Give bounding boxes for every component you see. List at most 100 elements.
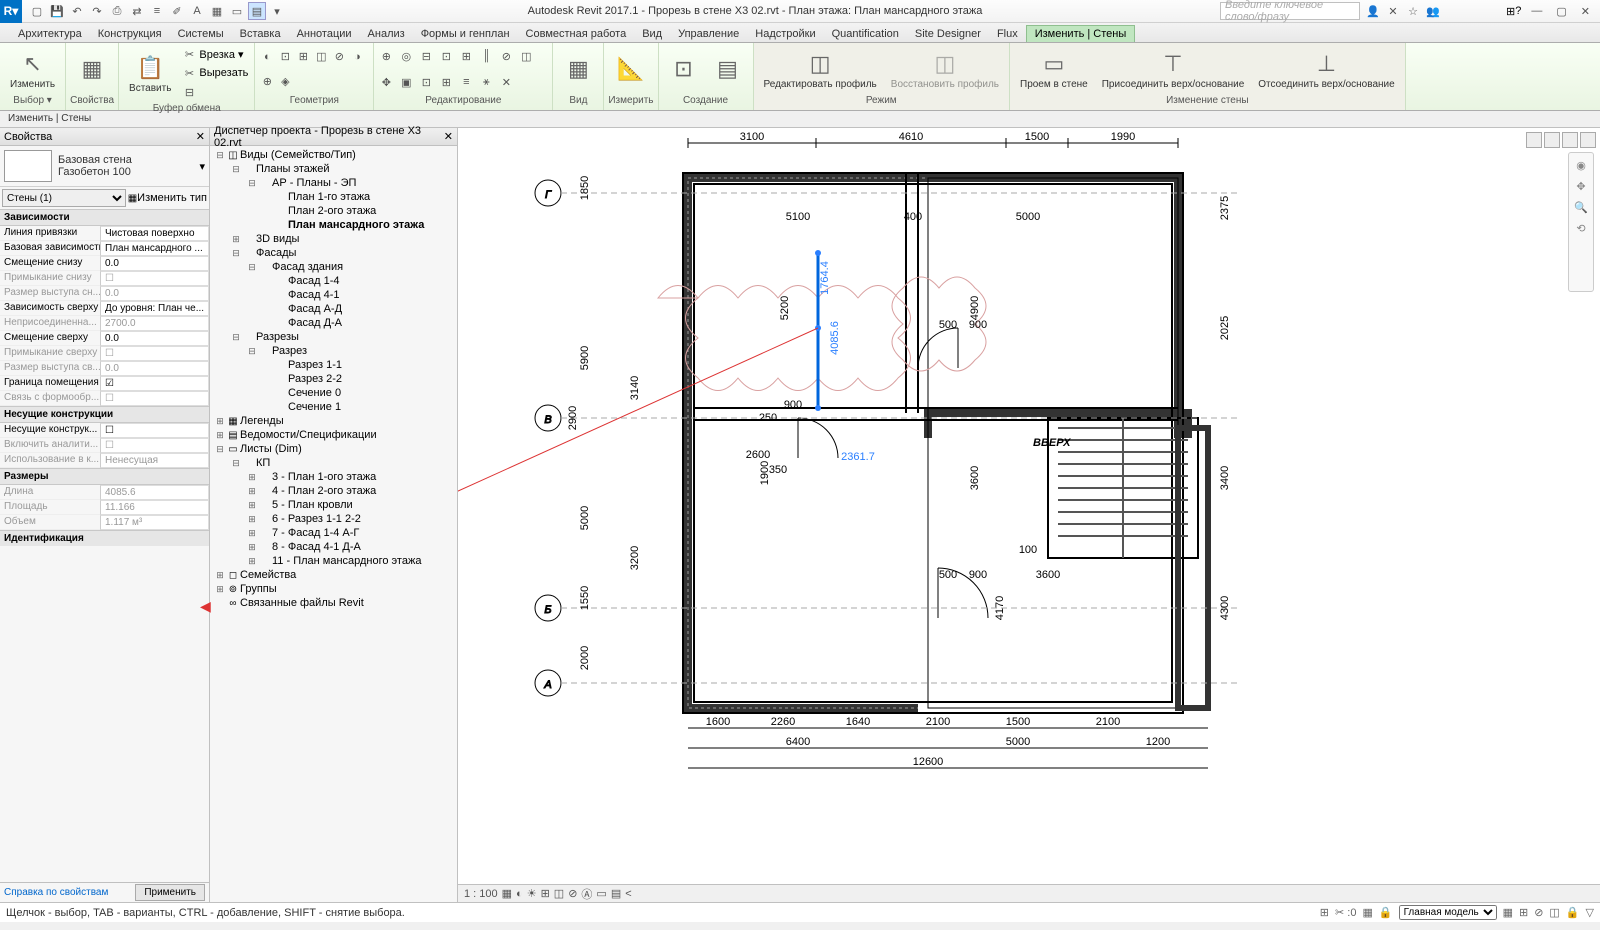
tab-изменить-стены[interactable]: Изменить | Стены (1026, 25, 1136, 42)
qat-icon[interactable]: ⇄ (128, 2, 146, 20)
props-row[interactable]: Размер выступа сн...0.0 (0, 286, 209, 301)
sb-icon[interactable]: ⊞ (1320, 906, 1329, 919)
tree-node[interactable]: Фасад Д-А (210, 316, 457, 330)
props-row[interactable]: Граница помещения☑ (0, 376, 209, 391)
close-icon[interactable]: ✕ (444, 130, 453, 143)
move-icon[interactable]: ✥ (378, 74, 394, 90)
geom-icon[interactable]: ⊡ (277, 49, 293, 65)
qat-icon[interactable]: ▤ (248, 2, 266, 20)
tree-node[interactable]: ⊞7 - Фасад 1-4 А-Г (210, 526, 457, 540)
edit-profile-button[interactable]: ◫Редактировать профиль (758, 47, 883, 92)
vc-icon[interactable]: ▤ (611, 887, 621, 900)
detach-button[interactable]: ⊥Отсоединить верх/основание (1252, 47, 1400, 92)
tab-формы-и-генплан[interactable]: Формы и генплан (413, 26, 518, 42)
drawing-canvas[interactable]: ◉ ✥ 🔍 ⟲ (458, 128, 1600, 902)
tree-node[interactable]: Сечение 1 (210, 400, 457, 414)
edit-icon[interactable]: ✕ (498, 74, 514, 90)
tree-node[interactable]: ⊟КП (210, 456, 457, 470)
match-button[interactable]: ⊟ (179, 83, 250, 101)
props-row[interactable]: Связь с формообр...☐ (0, 391, 209, 406)
edit-icon[interactable]: ≡ (458, 74, 474, 90)
props-row[interactable]: Неприсоединенна...2700.0 (0, 316, 209, 331)
tree-node[interactable]: ⊞8 - Фасад 4-1 Д-А (210, 540, 457, 554)
vc-icon[interactable]: < (625, 888, 631, 900)
apply-button[interactable]: Применить (135, 884, 205, 901)
props-row[interactable]: Размер выступа св...0.0 (0, 361, 209, 376)
qat-icon[interactable]: ▾ (268, 2, 286, 20)
props-row[interactable]: Объем1.117 м³ (0, 515, 209, 530)
sb-icon[interactable]: ▦ (1362, 906, 1372, 919)
tree-node[interactable]: План 1-го этажа (210, 190, 457, 204)
create-icon[interactable]: ⊡ (663, 52, 705, 86)
cut-button[interactable]: ✂Вырезать (179, 64, 250, 82)
tab-site-designer[interactable]: Site Designer (907, 26, 989, 42)
edit-icon[interactable]: ⊕ (378, 48, 394, 64)
geom-icon[interactable]: ⊞ (295, 49, 311, 65)
signin-icon[interactable]: 👤 (1364, 2, 1382, 20)
tree-node[interactable]: ⊞▤Ведомости/Спецификации (210, 428, 457, 442)
tree-node[interactable]: ∞Связанные файлы Revit (210, 596, 457, 610)
props-section[interactable]: Несущие конструкции (0, 406, 209, 423)
tree-node[interactable]: ⊟АР - Планы - ЭП (210, 176, 457, 190)
wall-opening-button[interactable]: ▭Проем в стене (1014, 47, 1094, 92)
edit-icon[interactable]: ║ (478, 48, 494, 64)
edit-icon[interactable]: ⊞ (458, 48, 474, 64)
open-icon[interactable]: ▢ (28, 2, 46, 20)
tree-node[interactable]: ⊟◫Виды (Семейство/Тип) (210, 148, 457, 162)
tree-node[interactable]: ⊟Планы этажей (210, 162, 457, 176)
tree-node[interactable]: ⊟Фасад здания (210, 260, 457, 274)
props-row[interactable]: Смещение снизу0.0 (0, 256, 209, 271)
undo-icon[interactable]: ↶ (68, 2, 86, 20)
props-row[interactable]: Несущие конструк...☐ (0, 423, 209, 438)
props-row[interactable]: Использование в к...Ненесущая (0, 453, 209, 468)
edit-icon[interactable]: ⊡ (438, 48, 454, 64)
scale-selector[interactable]: 1 : 100 (464, 888, 498, 900)
tab-надстройки[interactable]: Надстройки (747, 26, 823, 42)
edit-type-button[interactable]: ▦ Изменить тип (128, 189, 207, 207)
vc-icon[interactable]: ☀ (527, 887, 537, 900)
modify-button[interactable]: ↖Изменить (4, 47, 61, 92)
vc-icon[interactable]: ◫ (554, 887, 564, 900)
tree-node[interactable]: ⊟▭Листы (Dim) (210, 442, 457, 456)
favorite-icon[interactable]: ☆ (1404, 2, 1422, 20)
qat-icon[interactable]: A (188, 2, 206, 20)
maximize-button[interactable]: ▢ (1556, 5, 1566, 18)
props-row[interactable]: Включить аналити...☐ (0, 438, 209, 453)
geom-icon[interactable]: ◑ (349, 49, 365, 65)
exchange-icon[interactable]: ✕ (1384, 2, 1402, 20)
tree-node[interactable]: ⊞4 - План 2-ого этажа (210, 484, 457, 498)
tree-node[interactable]: ⊟Разрезы (210, 330, 457, 344)
edit-icon[interactable]: ⊞ (438, 74, 454, 90)
props-row[interactable]: Базовая зависимостьПлан мансардного ... (0, 241, 209, 256)
edit-icon[interactable]: ◎ (398, 48, 414, 64)
tab-управление[interactable]: Управление (670, 26, 747, 42)
props-row[interactable]: Площадь11.166 (0, 500, 209, 515)
sb-icon[interactable]: ✂ :0 (1335, 906, 1356, 919)
tree-node[interactable]: ⊞⊚Группы (210, 582, 457, 596)
attach-button[interactable]: ⊤Присоединить верх/основание (1096, 47, 1251, 92)
geom-icon[interactable]: ⊕ (259, 74, 275, 90)
tree-node[interactable]: ⊞▦Легенды (210, 414, 457, 428)
sb-icon[interactable]: ▦ (1503, 906, 1513, 919)
vc-icon[interactable]: Ⓐ (581, 886, 592, 902)
sb-icon[interactable]: 🔒 (1379, 906, 1393, 919)
vc-icon[interactable]: ◐ (516, 888, 523, 900)
sb-icon[interactable]: ⊘ (1534, 906, 1543, 919)
tree-node[interactable]: ⊞5 - План кровли (210, 498, 457, 512)
tree-node[interactable]: План мансардного этажа (210, 218, 457, 232)
tree-node[interactable]: Сечение 0 (210, 386, 457, 400)
props-section[interactable]: Идентификация (0, 530, 209, 546)
tree-node[interactable]: ⊞◻Семейства (210, 568, 457, 582)
props-row[interactable]: Примыкание сверху☐ (0, 346, 209, 361)
measure-icon[interactable]: 📐 (610, 52, 652, 86)
user-icon[interactable]: 👥 (1424, 2, 1442, 20)
close-icon[interactable]: ✕ (196, 130, 205, 143)
print-icon[interactable]: ⎙ (108, 2, 126, 20)
create-icon[interactable]: ▤ (707, 52, 749, 86)
sb-filter-icon[interactable]: ▽ (1586, 906, 1594, 919)
qat-icon[interactable]: ≡ (148, 2, 166, 20)
geom-icon[interactable]: ⊘ (331, 49, 347, 65)
tree-node[interactable]: Фасад 1-4 (210, 274, 457, 288)
geom-icon[interactable]: ◈ (277, 74, 293, 90)
qat-icon[interactable]: ▭ (228, 2, 246, 20)
